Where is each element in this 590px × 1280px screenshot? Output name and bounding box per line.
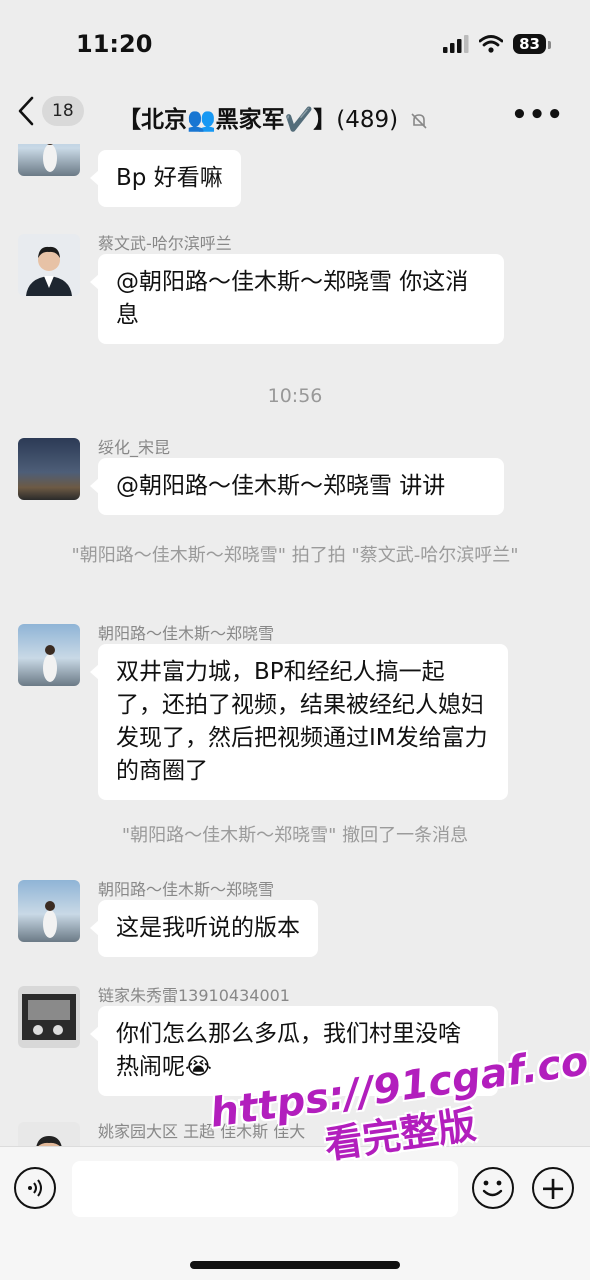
avatar[interactable]	[18, 1122, 80, 1146]
sender-name: 姚家园大区 王超 佳木斯 佳大	[98, 1122, 306, 1141]
chat-message-list[interactable]: Bp 好看嘛 蔡文武-哈尔滨呼兰 @朝阳路～佳木斯～郑晓雪 你这消息 10:56…	[0, 144, 590, 1146]
input-bar: +	[0, 1146, 590, 1280]
avatar[interactable]	[18, 234, 80, 296]
back-chevron-icon	[18, 96, 34, 126]
status-bar: 11:20 83	[0, 0, 590, 88]
system-message: "朝阳路～佳木斯～郑晓雪" 拍了拍 "蔡文武-哈尔滨呼兰"	[71, 545, 519, 566]
avatar[interactable]	[18, 880, 80, 942]
sender-name: 朝阳路～佳木斯～郑晓雪	[98, 880, 275, 899]
home-indicator	[190, 1261, 400, 1269]
message-item: 绥化_宋昆 @朝阳路～佳木斯～郑晓雪 讲讲	[18, 438, 578, 528]
message-item: Bp 好看嘛	[18, 144, 578, 207]
wifi-icon	[479, 35, 504, 53]
sender-name: 链家朱秀雷13910434001	[98, 986, 290, 1005]
avatar[interactable]	[18, 438, 80, 500]
member-count: (489)	[336, 107, 399, 133]
avatar[interactable]	[18, 624, 80, 686]
more-icon[interactable]: •••	[511, 100, 564, 130]
message-item: 蔡文武-哈尔滨呼兰 @朝阳路～佳木斯～郑晓雪 你这消息	[18, 234, 578, 354]
group-name: 【北京👥黑家军✔️】	[118, 107, 337, 133]
message-bubble[interactable]: @朝阳路～佳木斯～郑晓雪 讲讲	[90, 458, 504, 515]
message-bubble[interactable]: @朝阳路～佳木斯～郑晓雪 你这消息	[90, 254, 504, 344]
status-indicators: 83	[443, 34, 551, 54]
battery-icon: 83	[513, 34, 551, 54]
back-button[interactable]: 18	[18, 96, 84, 126]
message-item: 朝阳路～佳木斯～郑晓雪 双井富力城，BP和经纪人搞一起了，还拍了视频，结果被经纪…	[18, 624, 578, 804]
signal-icon	[443, 35, 469, 53]
message-item: 姚家园大区 王超 佳木斯 佳大	[18, 1122, 578, 1146]
message-item: 链家朱秀雷13910434001 你们怎么那么多瓜，我们村里没啥热闹呢😭	[18, 986, 578, 1106]
mute-bell-icon	[411, 112, 427, 129]
sender-name: 蔡文武-哈尔滨呼兰	[98, 234, 232, 253]
smiley-face-icon	[482, 1180, 503, 1197]
chat-header: 18 【北京👥黑家军✔️】(489) •••	[0, 88, 590, 144]
message-bubble[interactable]: 这是我听说的版本	[90, 900, 318, 957]
voice-waves-icon	[28, 1179, 42, 1197]
sender-name: 绥化_宋昆	[98, 438, 171, 457]
message-input[interactable]	[72, 1161, 458, 1217]
emoji-icon[interactable]	[472, 1167, 514, 1209]
time-separator: 10:56	[267, 385, 323, 407]
avatar[interactable]	[18, 144, 80, 176]
system-message: "朝阳路～佳木斯～郑晓雪" 撤回了一条消息	[121, 825, 469, 846]
unread-count-badge: 18	[42, 96, 84, 126]
message-bubble[interactable]: 双井富力城，BP和经纪人搞一起了，还拍了视频，结果被经纪人媳妇发现了，然后把视频…	[90, 644, 508, 800]
plus-icon[interactable]: +	[532, 1167, 574, 1209]
voice-icon[interactable]	[14, 1167, 56, 1209]
status-time: 11:20	[76, 30, 153, 58]
chat-title[interactable]: 【北京👥黑家军✔️】(489)	[118, 100, 428, 134]
message-bubble[interactable]: Bp 好看嘛	[90, 150, 241, 207]
message-bubble[interactable]: 你们怎么那么多瓜，我们村里没啥热闹呢😭	[90, 1006, 498, 1096]
avatar[interactable]	[18, 986, 80, 1048]
message-item: 朝阳路～佳木斯～郑晓雪 这是我听说的版本	[18, 880, 578, 970]
sender-name: 朝阳路～佳木斯～郑晓雪	[98, 624, 275, 643]
